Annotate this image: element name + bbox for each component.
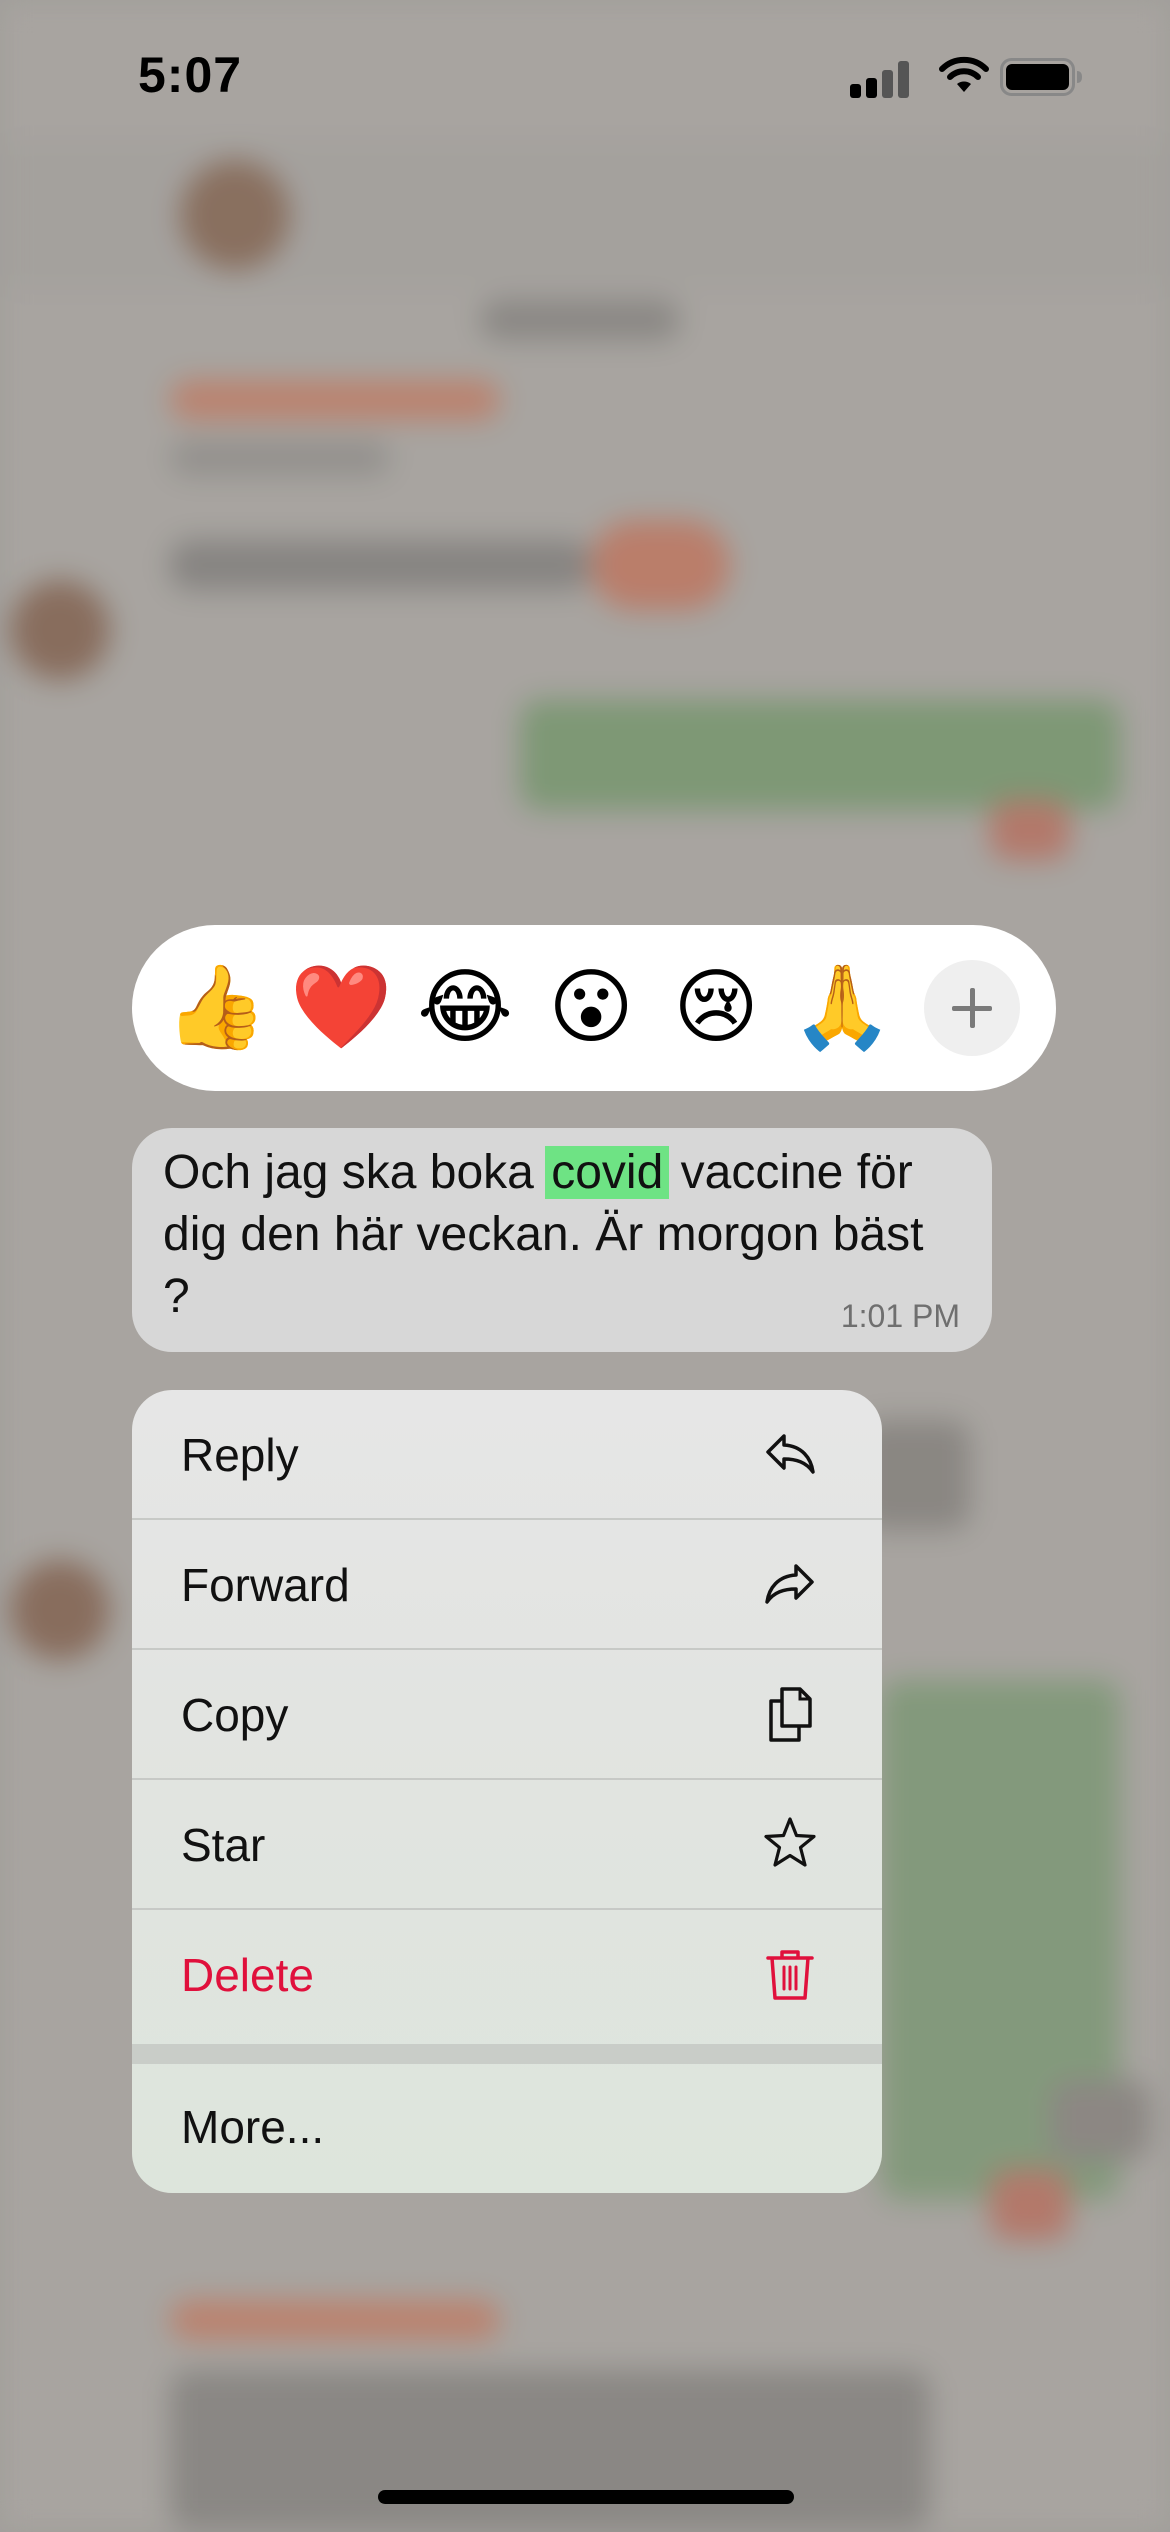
reaction-crying-face[interactable]: 😢: [666, 958, 766, 1058]
menu-item-label: Forward: [181, 1559, 350, 1611]
menu-item-delete[interactable]: Delete: [132, 1910, 882, 2040]
message-bubble[interactable]: Och jag ska boka covid vaccine för dig d…: [132, 1128, 992, 1352]
reaction-bar: 👍 ❤️ 😂 😮 😢 🙏: [132, 925, 1056, 1091]
menu-item-label: More...: [181, 2101, 325, 2153]
reaction-red-heart[interactable]: ❤️: [290, 958, 392, 1058]
cellular-signal-icon: [850, 60, 910, 98]
copy-icon: [769, 1687, 812, 1742]
reaction-tears-of-joy[interactable]: 😂: [415, 958, 515, 1058]
battery-icon: [1000, 58, 1082, 96]
reaction-surprised-face[interactable]: 😮: [541, 958, 641, 1058]
context-menu: Reply Forward Copy Star Delete More...: [132, 1390, 882, 2193]
plus-icon[interactable]: [924, 960, 1020, 1056]
menu-item-reply[interactable]: Reply: [132, 1390, 882, 1520]
menu-item-label: Copy: [181, 1689, 289, 1741]
message-timestamp: 1:01 PM: [840, 1298, 960, 1334]
status-time: 5:07: [138, 47, 243, 103]
reaction-folded-hands[interactable]: 🙏: [791, 958, 893, 1058]
menu-item-label: Delete: [181, 1949, 314, 2001]
highlighted-word[interactable]: covid: [545, 1146, 670, 1199]
menu-item-forward[interactable]: Forward: [132, 1520, 882, 1650]
forward-icon: [765, 1564, 814, 1604]
reaction-thumbs-up[interactable]: 👍: [165, 958, 267, 1058]
menu-separator: [132, 2044, 882, 2064]
menu-item-label: Reply: [181, 1429, 299, 1481]
reply-icon: [766, 1434, 815, 1474]
trash-icon: [766, 1950, 814, 2000]
star-icon: [764, 1817, 816, 1867]
wifi-icon: [939, 56, 989, 92]
menu-item-copy[interactable]: Copy: [132, 1650, 882, 1780]
menu-item-more[interactable]: More...: [132, 2064, 882, 2193]
menu-item-star[interactable]: Star: [132, 1780, 882, 1910]
home-indicator[interactable]: [378, 2490, 794, 2504]
message-text-before: Och jag ska boka: [163, 1146, 548, 1199]
menu-item-label: Star: [181, 1819, 266, 1871]
